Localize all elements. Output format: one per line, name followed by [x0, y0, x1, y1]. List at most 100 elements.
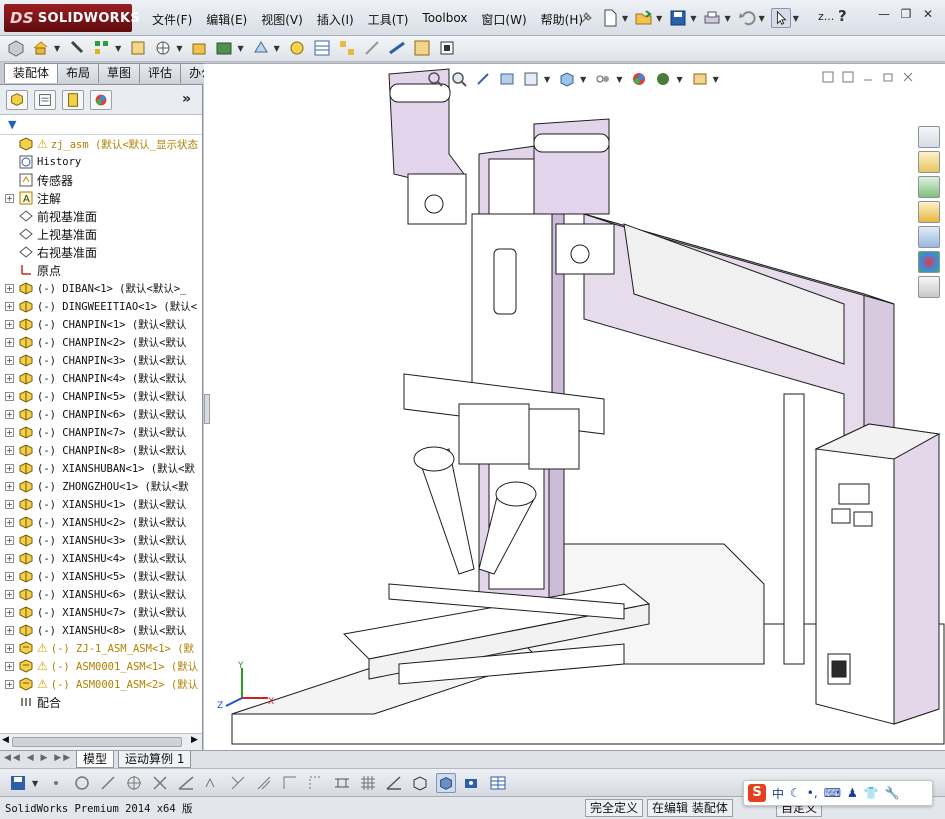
apply-scene-icon[interactable] — [654, 70, 672, 88]
linear-pattern-icon[interactable] — [92, 38, 112, 58]
tree-item[interactable]: + (-) XIANSHU<6> (默认<默认 — [0, 585, 202, 603]
home-icon[interactable] — [918, 151, 940, 173]
centerline-icon[interactable] — [176, 773, 196, 793]
appearances-icon[interactable] — [918, 251, 940, 273]
tree-item[interactable]: 原点 — [0, 261, 202, 279]
expand-panel-icon[interactable]: » — [182, 91, 191, 107]
chevron-down-icon[interactable]: ▼ — [32, 779, 38, 788]
graphics-area[interactable]: ▼ ▼ ▼ ▼ ▼ Y X Z — [204, 63, 945, 750]
viewport-split-right-icon[interactable] — [842, 71, 854, 83]
horizontal-relation-icon[interactable] — [332, 773, 352, 793]
chevron-down-icon[interactable]: ▼ — [274, 44, 280, 53]
expand-toggle-icon[interactable]: + — [5, 571, 14, 581]
expand-toggle-icon[interactable]: + — [5, 283, 14, 293]
expand-toggle-icon[interactable]: + — [5, 535, 14, 545]
menu-insert[interactable]: 插入(I) — [311, 9, 362, 30]
menu-toolbox[interactable]: Toolbox — [416, 9, 475, 30]
save-icon[interactable] — [8, 773, 28, 793]
polygon-icon[interactable] — [124, 773, 144, 793]
move-component-icon[interactable] — [153, 38, 173, 58]
edit-appearance-icon[interactable] — [630, 70, 648, 88]
tree-item[interactable]: + (-) CHANPIN<8> (默认<默认 — [0, 441, 202, 459]
reference-geometry-icon[interactable] — [251, 38, 271, 58]
close-icon[interactable]: ✕ — [920, 6, 936, 22]
tree-item[interactable]: 前视基准面 — [0, 207, 202, 225]
print-icon[interactable] — [702, 8, 722, 28]
chevron-down-icon[interactable]: ▼ — [580, 75, 586, 84]
scroll-right-icon[interactable]: ▶ — [191, 735, 198, 745]
expand-toggle-icon[interactable]: + — [5, 301, 14, 311]
explode-line-sketch-icon[interactable] — [362, 38, 382, 58]
scrollbar-thumb[interactable] — [12, 737, 182, 747]
feature-manager-tree-icon[interactable] — [6, 90, 28, 110]
zoom-to-fit-icon[interactable] — [426, 70, 444, 88]
update-speedpak-icon[interactable] — [412, 38, 432, 58]
tree-item[interactable]: 传感器 — [0, 171, 202, 189]
new-motion-study-icon[interactable] — [287, 38, 307, 58]
user-icon[interactable]: ♟ — [847, 786, 858, 800]
tree-item[interactable]: + ⚠ (-) ASM0001_ASM<2> (默认 — [0, 675, 202, 693]
circle-icon[interactable] — [72, 773, 92, 793]
chevron-down-icon[interactable]: ▼ — [176, 44, 182, 53]
view-palette-icon[interactable] — [918, 226, 940, 248]
tree-item[interactable]: History — [0, 153, 202, 171]
viewport-restore-icon[interactable] — [882, 71, 894, 83]
tree-item[interactable]: ⚠ zj_asm (默认<默认_显示状态 — [0, 135, 202, 153]
offset-icon[interactable] — [254, 773, 274, 793]
wrench-icon[interactable]: 🔧 — [885, 786, 900, 800]
grid-icon[interactable] — [358, 773, 378, 793]
menu-edit[interactable]: 编辑(E) — [200, 9, 255, 30]
chevron-down-icon[interactable]: ▼ — [656, 14, 662, 23]
expand-toggle-icon[interactable]: + — [5, 373, 14, 383]
convert-entities-icon[interactable] — [280, 773, 300, 793]
tree-item[interactable]: + (-) CHANPIN<1> (默认<默认 — [0, 315, 202, 333]
tab-layout[interactable]: 布局 — [57, 63, 100, 83]
save-icon[interactable] — [668, 8, 688, 28]
pin-icon[interactable] — [576, 8, 596, 28]
new-document-icon[interactable] — [600, 8, 620, 28]
table-icon[interactable] — [488, 773, 508, 793]
open-folder-icon[interactable] — [634, 8, 654, 28]
zoom-to-area-icon[interactable] — [450, 70, 468, 88]
menu-file[interactable]: 文件(F) — [146, 9, 200, 30]
undo-icon[interactable] — [737, 8, 757, 28]
tree-item[interactable]: + (-) XIANSHU<3> (默认<默认 — [0, 531, 202, 549]
tree-item[interactable]: + (-) CHANPIN<6> (默认<默认 — [0, 405, 202, 423]
tree-item[interactable]: + (-) XIANSHU<2> (默认<默认 — [0, 513, 202, 531]
search-commands[interactable]: z... — [818, 10, 834, 23]
menu-view[interactable]: 视图(V) — [255, 9, 311, 30]
expand-toggle-icon[interactable]: + — [5, 193, 14, 203]
expand-toggle-icon[interactable]: + — [5, 517, 14, 527]
expand-toggle-icon[interactable]: + — [5, 427, 14, 437]
tree-item[interactable]: + (-) XIANSHU<5> (默认<默认 — [0, 567, 202, 585]
chevron-down-icon[interactable]: ▼ — [724, 14, 730, 23]
tree-item[interactable]: + (-) DINGWEEITIAO<1> (默认< — [0, 297, 202, 315]
expand-toggle-icon[interactable]: + — [5, 679, 14, 689]
expand-toggle-icon[interactable]: + — [5, 607, 14, 617]
chevron-down-icon[interactable]: ▼ — [616, 75, 622, 84]
restore-icon[interactable]: ❐ — [898, 6, 914, 22]
tree-item[interactable]: + (-) CHANPIN<5> (默认<默认 — [0, 387, 202, 405]
skin-icon[interactable]: 👕 — [864, 786, 879, 800]
tree-item[interactable]: + (-) XIANSHU<7> (默认<默认 — [0, 603, 202, 621]
3d-box-icon[interactable] — [410, 773, 430, 793]
display-manager-icon[interactable] — [90, 90, 112, 110]
solidworks-resources-icon[interactable] — [918, 126, 940, 148]
expand-toggle-icon[interactable]: + — [5, 499, 14, 509]
tree-item[interactable]: + (-) CHANPIN<4> (默认<默认 — [0, 369, 202, 387]
configuration-manager-icon[interactable] — [62, 90, 84, 110]
point-icon[interactable] — [46, 773, 66, 793]
chevron-down-icon[interactable]: ▼ — [690, 14, 696, 23]
assembly-model-view[interactable] — [204, 64, 945, 750]
show-hidden-icon[interactable] — [189, 38, 209, 58]
chevron-down-icon[interactable]: ▼ — [759, 14, 765, 23]
file-explorer-icon[interactable] — [918, 201, 940, 223]
dynamic-annotation-icon[interactable] — [522, 70, 540, 88]
camera-icon[interactable] — [462, 773, 482, 793]
expand-toggle-icon[interactable]: + — [5, 319, 14, 329]
tab-sketch[interactable]: 草图 — [98, 63, 141, 83]
take-snapshot-icon[interactable] — [437, 38, 457, 58]
view-settings-icon[interactable] — [691, 70, 709, 88]
chevron-down-icon[interactable]: ▼ — [713, 75, 719, 84]
tree-item[interactable]: + ⚠ (-) ASM0001_ASM<1> (默认 — [0, 657, 202, 675]
